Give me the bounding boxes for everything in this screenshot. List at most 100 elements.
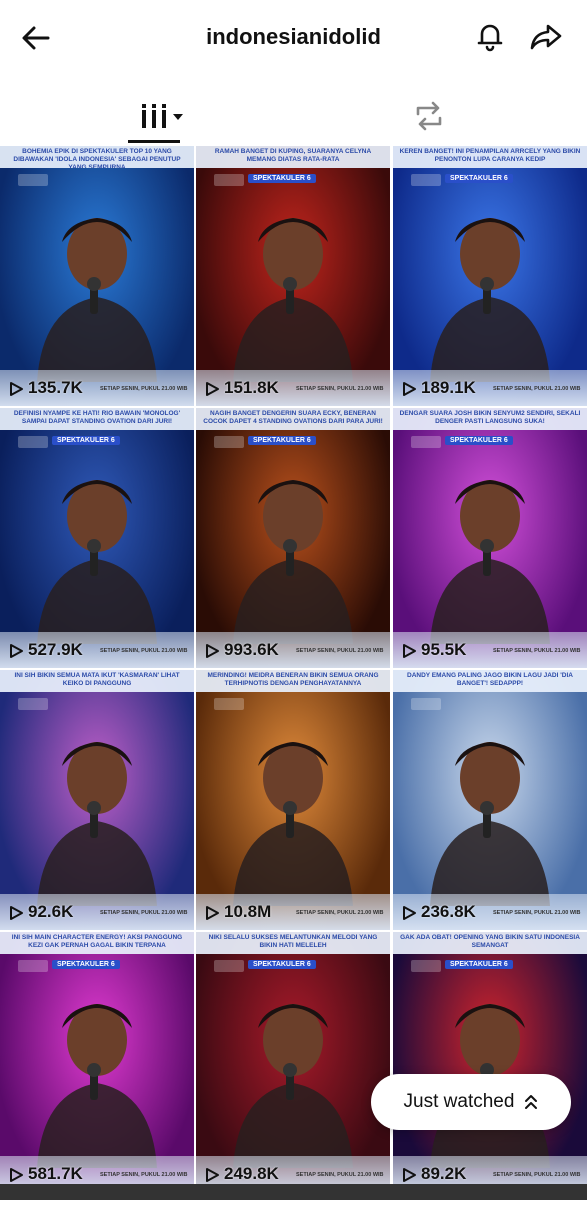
view-count: 581.7K — [28, 1164, 83, 1183]
view-count: 151.8K — [224, 378, 279, 397]
broadcast-schedule: SETIAP SENIN, PUKUL 21.00 WIB — [296, 1172, 384, 1178]
video-thumbnail[interactable]: BOHEMIA EPIK DI SPEKTAKULER TOP 10 YANG … — [0, 146, 194, 406]
broadcast-schedule: SETIAP SENIN, PUKUL 21.00 WIB — [296, 648, 384, 654]
video-thumbnail[interactable]: RAMAH BANGET DI KUPING, SUARANYA CELYNA … — [196, 146, 390, 406]
video-caption: DANDY EMANG PALING JAGO BIKIN LAGU JADI … — [393, 670, 587, 692]
play-icon — [206, 906, 219, 920]
top-bar: indonesianidolid — [0, 0, 587, 78]
play-icon — [403, 644, 416, 658]
performer-figure — [22, 978, 172, 1173]
active-tab-indicator — [128, 140, 180, 143]
performer-figure — [218, 716, 368, 911]
episode-tag: SPEKTAKULER 6 — [52, 436, 120, 445]
video-caption: INI SIH BIKIN SEMUA MATA IKUT 'KASMARAN'… — [0, 670, 194, 692]
performer-figure — [218, 978, 368, 1173]
broadcast-schedule: SETIAP SENIN, PUKUL 21.00 WIB — [493, 1172, 581, 1178]
episode-tag: SPEKTAKULER 6 — [445, 960, 513, 969]
bell-icon[interactable] — [472, 18, 508, 54]
play-icon — [10, 382, 23, 396]
performer-figure — [415, 192, 565, 387]
show-logo — [18, 436, 48, 448]
broadcast-schedule: SETIAP SENIN, PUKUL 21.00 WIB — [493, 910, 581, 916]
video-caption: KEREN BANGET! INI PENAMPILAN ARRCELY YAN… — [393, 146, 587, 168]
repost-icon — [416, 101, 442, 131]
play-icon — [206, 382, 219, 396]
tab-reposts[interactable] — [294, 78, 587, 144]
view-count: 249.8K — [224, 1164, 279, 1183]
play-icon — [206, 644, 219, 658]
play-icon — [10, 906, 23, 920]
episode-tag: SPEKTAKULER 6 — [445, 436, 513, 445]
view-count: 527.9K — [28, 640, 83, 659]
show-logo — [411, 436, 441, 448]
performer-figure — [415, 454, 565, 649]
next-row-preview — [0, 1184, 587, 1200]
episode-tag: SPEKTAKULER 6 — [248, 436, 316, 445]
video-caption: INI SIH MAIN CHARACTER ENERGY! AKSI PANG… — [0, 932, 194, 954]
profile-tabs — [0, 78, 587, 144]
show-logo — [214, 698, 244, 710]
show-logo — [214, 174, 244, 186]
play-icon — [10, 644, 23, 658]
video-caption: NIKI SELALU SUKSES MELANTUNKAN MELODI YA… — [196, 932, 390, 954]
performer-figure — [218, 192, 368, 387]
video-thumbnail[interactable]: KEREN BANGET! INI PENAMPILAN ARRCELY YAN… — [393, 146, 587, 406]
play-icon — [403, 382, 416, 396]
video-caption: BOHEMIA EPIK DI SPEKTAKULER TOP 10 YANG … — [0, 146, 194, 168]
view-count: 189.1K — [421, 378, 476, 397]
just-watched-button[interactable]: Just watched — [371, 1074, 571, 1130]
performer-figure — [22, 716, 172, 911]
view-count: 135.7K — [28, 378, 83, 397]
broadcast-schedule: SETIAP SENIN, PUKUL 21.00 WIB — [493, 648, 581, 654]
video-caption: RAMAH BANGET DI KUPING, SUARANYA CELYNA … — [196, 146, 390, 168]
video-thumbnail[interactable]: NIKI SELALU SUKSES MELANTUNKAN MELODI YA… — [196, 932, 390, 1192]
video-thumbnail[interactable]: NAGIH BANGET DENGERIN SUARA ECKY, BENERA… — [196, 408, 390, 668]
show-logo — [411, 960, 441, 972]
performer-figure — [218, 454, 368, 649]
video-grid: BOHEMIA EPIK DI SPEKTAKULER TOP 10 YANG … — [0, 146, 587, 1206]
view-count: 993.6K — [224, 640, 279, 659]
play-icon — [10, 1168, 23, 1182]
video-caption: NAGIH BANGET DENGERIN SUARA ECKY, BENERA… — [196, 408, 390, 430]
play-icon — [206, 1168, 219, 1182]
show-logo — [18, 174, 48, 186]
view-count: 95.5K — [421, 640, 467, 659]
video-caption: DENGAR SUARA JOSH BIKIN SENYUM2 SENDIRI,… — [393, 408, 587, 430]
video-thumbnail[interactable]: DENGAR SUARA JOSH BIKIN SENYUM2 SENDIRI,… — [393, 408, 587, 668]
view-count: 92.6K — [28, 902, 74, 921]
broadcast-schedule: SETIAP SENIN, PUKUL 21.00 WIB — [296, 386, 384, 392]
video-caption: GAK ADA OBAT! OPENING YANG BIKIN SATU IN… — [393, 932, 587, 954]
show-logo — [18, 960, 48, 972]
show-logo — [411, 698, 441, 710]
broadcast-schedule: SETIAP SENIN, PUKUL 21.00 WIB — [100, 386, 188, 392]
video-thumbnail[interactable]: GAK ADA OBAT! OPENING YANG BIKIN SATU IN… — [393, 932, 587, 1192]
view-count: 236.8K — [421, 902, 476, 921]
show-logo — [411, 174, 441, 186]
video-thumbnail[interactable]: MERINDING! MEIDRA BENERAN BIKIN SEMUA OR… — [196, 670, 390, 930]
broadcast-schedule: SETIAP SENIN, PUKUL 21.00 WIB — [493, 386, 581, 392]
broadcast-schedule: SETIAP SENIN, PUKUL 21.00 WIB — [100, 1172, 188, 1178]
video-thumbnail[interactable]: DEFINISI NYAMPE KE HATI! RIO BAWAIN 'MON… — [0, 408, 194, 668]
just-watched-label: Just watched — [403, 1091, 515, 1112]
video-caption: MERINDING! MEIDRA BENERAN BIKIN SEMUA OR… — [196, 670, 390, 692]
performer-figure — [415, 716, 565, 911]
share-icon[interactable] — [528, 18, 564, 54]
tab-videos[interactable] — [0, 78, 293, 144]
video-thumbnail[interactable]: DANDY EMANG PALING JAGO BIKIN LAGU JADI … — [393, 670, 587, 930]
show-logo — [18, 698, 48, 710]
play-icon — [403, 906, 416, 920]
broadcast-schedule: SETIAP SENIN, PUKUL 21.00 WIB — [100, 648, 188, 654]
show-logo — [214, 960, 244, 972]
episode-tag: SPEKTAKULER 6 — [248, 960, 316, 969]
episode-tag: SPEKTAKULER 6 — [52, 960, 120, 969]
video-thumbnail[interactable]: INI SIH MAIN CHARACTER ENERGY! AKSI PANG… — [0, 932, 194, 1192]
play-icon — [403, 1168, 416, 1182]
chevron-up-icon — [525, 1095, 538, 1109]
broadcast-schedule: SETIAP SENIN, PUKUL 21.00 WIB — [296, 910, 384, 916]
show-logo — [214, 436, 244, 448]
video-thumbnail[interactable]: INI SIH BIKIN SEMUA MATA IKUT 'KASMARAN'… — [0, 670, 194, 930]
view-count: 89.2K — [421, 1164, 467, 1183]
video-caption: DEFINISI NYAMPE KE HATI! RIO BAWAIN 'MON… — [0, 408, 194, 430]
episode-tag: SPEKTAKULER 6 — [445, 174, 513, 183]
view-count: 10.8M — [224, 902, 272, 921]
